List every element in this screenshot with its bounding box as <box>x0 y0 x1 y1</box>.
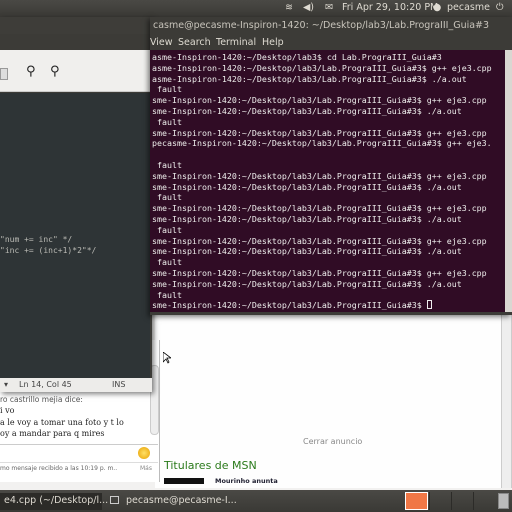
terminal-line: asme-Inspiron-1420:~/Desktop/lab3/Lab.Pr… <box>152 62 492 73</box>
terminal-line: sme-Inspiron-1420:~/Desktop/lab3/Lab.Pro… <box>152 170 487 181</box>
terminal-line: sme-Inspiron-1420:~/Desktop/lab3/Lab.Pro… <box>152 95 487 106</box>
terminal-line: sme-Inspiron-1420:~/Desktop/lab3/Lab.Pro… <box>152 246 462 257</box>
terminal-icon <box>110 496 119 504</box>
code-editor[interactable]: "num += inc" */ "inc += (inc+1)*2"*/ <box>0 93 150 378</box>
gedit-statusbar: ▾ Ln 14, Col 45 INS <box>0 378 152 392</box>
terminal-scrollbar[interactable] <box>505 50 512 312</box>
terminal-line: fault <box>152 192 182 203</box>
paste-icon[interactable] <box>0 68 8 80</box>
taskbar-item-terminal[interactable]: pecasme@pecasme-I... <box>122 493 241 510</box>
tab-width-dropdown-icon[interactable]: ▾ <box>4 380 8 389</box>
menu-terminal[interactable]: Terminal <box>216 37 256 48</box>
terminal-line: fault <box>152 289 182 300</box>
search-replace-icon[interactable]: ⚲ <box>50 64 60 79</box>
insert-mode: INS <box>112 380 126 389</box>
terminal-line: pecasme-Inspiron-1420:~/Desktop/lab3/Lab… <box>152 138 492 149</box>
gedit-titlebar[interactable] <box>0 17 152 34</box>
terminal-line: asme-Inspiron-1420:~/Desktop/lab3/Lab.Pr… <box>152 73 467 84</box>
msn-headlines-title: Titulares de MSN <box>164 459 257 472</box>
trash-icon[interactable] <box>498 493 509 509</box>
chat-input[interactable] <box>0 444 158 463</box>
terminal-line: sme-Inspiron-1420:~/Desktop/lab3/Lab.Pro… <box>152 235 487 246</box>
workspace-2[interactable] <box>429 492 451 510</box>
gedit-toolbar: ⚲ ⚲ <box>0 50 152 92</box>
more-link[interactable]: Más <box>140 465 152 472</box>
workspace-3[interactable] <box>451 492 473 510</box>
close-ad-link[interactable]: Cerrar anuncio <box>303 437 362 446</box>
terminal-title[interactable]: casme@pecasme-Inspiron-1420: ~/Desktop/l… <box>150 17 512 35</box>
menu-search[interactable]: Search <box>178 37 211 48</box>
search-icon[interactable]: ⚲ <box>26 64 36 79</box>
terminal-output[interactable]: asme-Inspiron-1420:~/Desktop/lab3$ cd La… <box>150 50 505 312</box>
terminal-line: sme-Inspiron-1420:~/Desktop/lab3/Lab.Pro… <box>152 214 462 224</box>
chat-sender: ro castrillo mejia dice: <box>0 395 83 404</box>
code-line: "num += inc" */ <box>0 235 73 244</box>
terminal-line: sme-Inspiron-1420:~/Desktop/lab3/Lab.Pro… <box>152 278 462 289</box>
terminal-line: sme-Inspiron-1420:~/Desktop/lab3/Lab.Pro… <box>152 106 462 116</box>
terminal-line: asme-Inspiron-1420:~/Desktop/lab3$ cd La… <box>152 52 442 62</box>
clock[interactable]: Fri Apr 29, 10:20 PM <box>342 2 438 13</box>
emoticon-icon[interactable] <box>138 447 150 459</box>
wifi-icon[interactable]: ≋ <box>285 2 293 13</box>
terminal-line: sme-Inspiron-1420:~/Desktop/lab3/Lab.Pro… <box>152 181 462 192</box>
menu-view[interactable]: View <box>150 37 173 48</box>
top-panel: ≋ ◀) ✉ Fri Apr 29, 10:20 PM ● pecasme ⏻ <box>0 0 512 17</box>
terminal-cursor <box>426 300 432 310</box>
cursor-position: Ln 14, Col 45 <box>19 380 72 389</box>
terminal-line: sme-Inspiron-1420:~/Desktop/lab3/Lab.Pro… <box>152 300 432 311</box>
browser-scrollbar[interactable] <box>501 312 511 488</box>
terminal-line: fault <box>152 84 182 95</box>
terminal-line: sme-Inspiron-1420:~/Desktop/lab3/Lab.Pro… <box>152 268 487 278</box>
mail-icon[interactable]: ✉ <box>325 2 333 13</box>
news-headline[interactable]: Mourinho anunta <box>215 477 278 485</box>
chat-message: a le voy a tomar una foto y t lo <box>0 418 124 427</box>
chat-status: mo mensaje recibido a las 10:19 p. m.. <box>0 465 118 472</box>
user-menu[interactable]: pecasme <box>447 2 490 13</box>
mouse-cursor-icon <box>163 352 171 364</box>
chat-message: i vo <box>0 406 15 415</box>
terminal-line: fault <box>152 160 182 170</box>
workspace-switcher[interactable] <box>405 492 428 510</box>
terminal-line: sme-Inspiron-1420:~/Desktop/lab3/Lab.Pro… <box>152 127 487 138</box>
news-thumbnail[interactable] <box>164 478 204 484</box>
volume-icon[interactable]: ◀) <box>303 2 314 13</box>
terminal-line: sme-Inspiron-1420:~/Desktop/lab3/Lab.Pro… <box>152 203 487 214</box>
terminal-window: casme@pecasme-Inspiron-1420: ~/Desktop/l… <box>150 17 512 315</box>
bottom-panel: e4.cpp (~/Desktop/l... pecasme@pecasme-I… <box>0 490 512 512</box>
user-icon: ● <box>433 2 442 13</box>
power-icon[interactable]: ⏻ <box>496 2 504 13</box>
terminal-menubar: View Search Terminal Help <box>150 35 512 50</box>
menu-help[interactable]: Help <box>262 37 284 48</box>
gedit-window: ⚲ ⚲ "num += inc" */ "inc += (inc+1)*2"*/… <box>0 17 152 392</box>
terminal-line: fault <box>152 116 182 127</box>
gedit-menubar <box>0 34 152 50</box>
terminal-line: fault <box>152 257 182 268</box>
workspace-4[interactable] <box>473 492 495 510</box>
code-line: "inc += (inc+1)*2"*/ <box>0 246 97 255</box>
chat-message: oy a mandar para q mires <box>0 429 105 438</box>
browser-content: Cerrar anuncio Titulares de MSN Mourinho… <box>155 312 512 488</box>
taskbar-item-gedit[interactable]: e4.cpp (~/Desktop/l... <box>0 493 108 510</box>
terminal-line: fault <box>152 224 182 235</box>
